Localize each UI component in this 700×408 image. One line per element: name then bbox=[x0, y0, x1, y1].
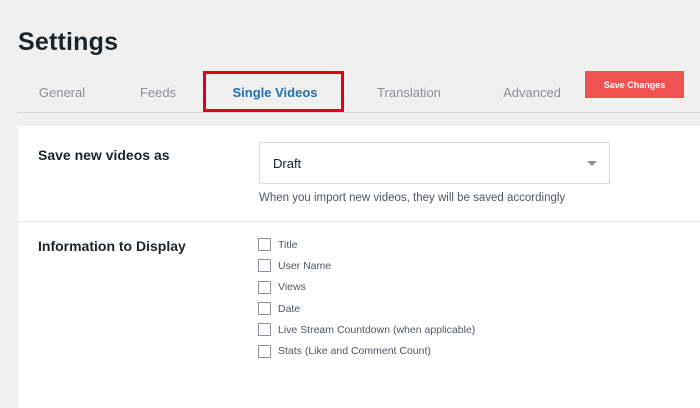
option-label: Date bbox=[278, 302, 301, 315]
tab-translation[interactable]: Translation bbox=[359, 72, 459, 112]
option-views: Views bbox=[258, 277, 475, 298]
save-videos-help: When you import new videos, they will be… bbox=[259, 192, 566, 204]
tab-general[interactable]: General bbox=[22, 72, 102, 112]
save-videos-select[interactable]: Draft bbox=[259, 142, 610, 184]
option-label: Views bbox=[278, 281, 306, 294]
title-checkbox[interactable] bbox=[258, 238, 271, 252]
save-videos-selected-value: Draft bbox=[273, 155, 302, 171]
save-videos-label: Save new videos as bbox=[38, 147, 170, 163]
live-stream-countdown-checkbox[interactable] bbox=[258, 323, 271, 337]
save-changes-button[interactable]: Save Changes bbox=[585, 71, 684, 98]
page-title: Settings bbox=[18, 28, 119, 56]
option-date: Date bbox=[258, 298, 475, 319]
tab-feeds[interactable]: Feeds bbox=[122, 72, 194, 112]
date-checkbox[interactable] bbox=[258, 302, 271, 316]
info-display-options: Title User Name Views Date Live Stream C… bbox=[258, 234, 475, 362]
option-live-stream-countdown: Live Stream Countdown (when applicable) bbox=[258, 319, 475, 340]
option-label: Title bbox=[278, 238, 298, 251]
option-label: User Name bbox=[278, 259, 332, 272]
views-checkbox[interactable] bbox=[258, 280, 271, 294]
option-user-name: User Name bbox=[258, 255, 475, 276]
tab-advanced[interactable]: Advanced bbox=[482, 72, 582, 112]
row-divider bbox=[18, 221, 700, 222]
tab-single-videos[interactable]: Single Videos bbox=[206, 72, 344, 112]
info-display-label: Information to Display bbox=[38, 238, 186, 254]
option-stats: Stats (Like and Comment Count) bbox=[258, 340, 475, 361]
chevron-down-icon bbox=[587, 161, 597, 166]
option-label: Stats (Like and Comment Count) bbox=[278, 345, 431, 358]
stats-checkbox[interactable] bbox=[258, 344, 271, 358]
option-label: Live Stream Countdown (when applicable) bbox=[278, 323, 476, 336]
option-title: Title bbox=[258, 234, 475, 255]
settings-panel: Save new videos as Draft When you import… bbox=[18, 126, 700, 408]
user-name-checkbox[interactable] bbox=[258, 259, 271, 273]
